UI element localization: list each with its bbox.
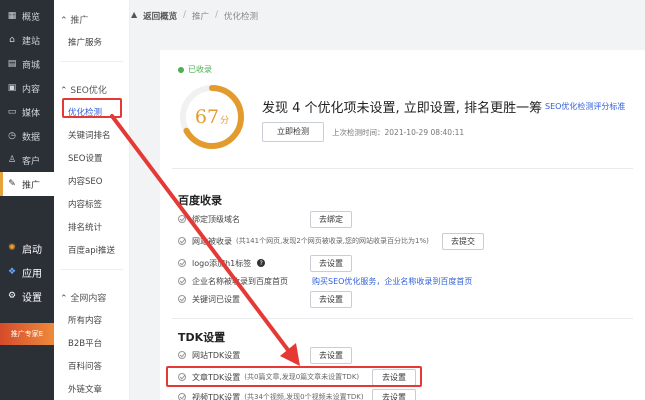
annotation-arrow: [110, 114, 300, 366]
arrow-shaft: [110, 114, 296, 360]
